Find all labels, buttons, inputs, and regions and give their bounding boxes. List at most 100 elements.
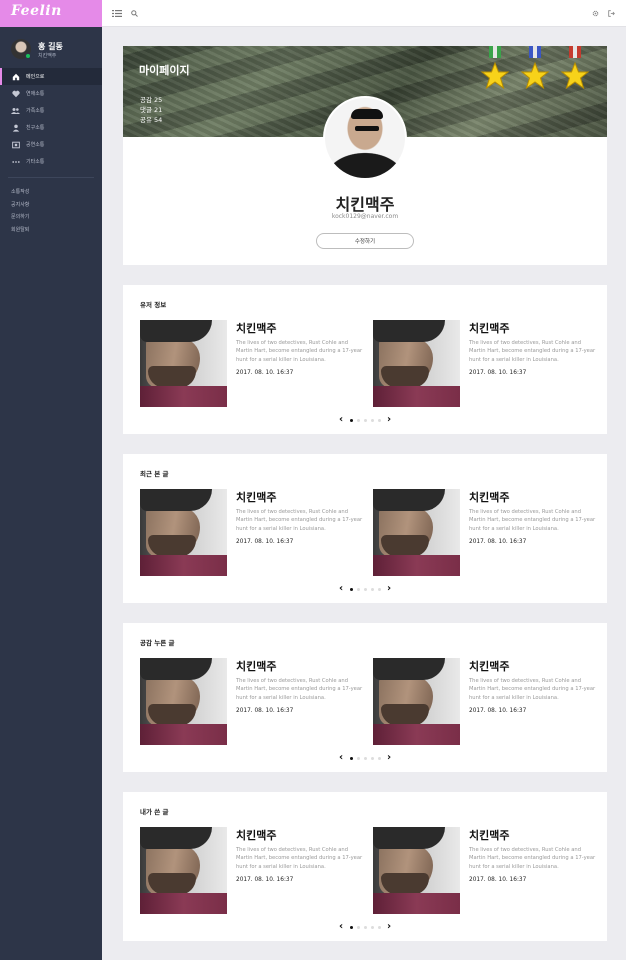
link-withdraw[interactable]: 회원탈퇴 (11, 224, 29, 237)
sidebar-item-label: 친구소통 (26, 125, 45, 131)
post-title[interactable]: 치킨맥주 (236, 489, 276, 505)
prev-arrow-icon[interactable]: ‹ (337, 584, 345, 594)
sidebar-item-love[interactable]: 연애소통 (0, 85, 102, 102)
prev-arrow-icon[interactable]: ‹ (337, 753, 345, 763)
pager-dot[interactable] (349, 756, 353, 760)
post-thumbnail[interactable] (373, 320, 460, 407)
stat-comments: 댓글 21 (140, 106, 163, 114)
post-title[interactable]: 치킨맥주 (469, 320, 509, 336)
post-description: The lives of two detectives, Rust Cohle … (469, 509, 596, 532)
prev-arrow-icon[interactable]: ‹ (337, 415, 345, 425)
pager-dot[interactable] (377, 925, 381, 929)
post-thumbnail[interactable] (140, 489, 227, 576)
logout-icon[interactable] (606, 8, 616, 18)
post-description: The lives of two detectives, Rust Cohle … (236, 340, 363, 363)
sidebar: Feelin 홍 길동 치킨맥주 메인으로 연애소통 가족소통 친구소통 공연소… (0, 0, 102, 960)
post-date: 2017. 08. 10. 16:37 (469, 708, 527, 714)
post-card[interactable]: 치킨맥주 The lives of two detectives, Rust Co… (373, 658, 598, 748)
pager-dot[interactable] (356, 587, 360, 591)
section-title: 유저 정보 (140, 301, 167, 309)
stat-likes: 공감 25 (140, 96, 163, 104)
post-title[interactable]: 치킨맥주 (236, 827, 276, 843)
pager-dot[interactable] (356, 418, 360, 422)
prev-arrow-icon[interactable]: ‹ (337, 922, 345, 932)
link-inquiry[interactable]: 문의하기 (11, 211, 29, 224)
app-logo[interactable]: Feelin (11, 3, 62, 19)
post-thumbnail[interactable] (373, 489, 460, 576)
post-card[interactable]: 치킨맥주 The lives of two detectives, Rust Co… (140, 489, 365, 579)
carousel-pager: ‹ › (337, 753, 393, 763)
post-description: The lives of two detectives, Rust Cohle … (236, 678, 363, 701)
section-liked-posts: 공감 누른 글 치킨맥주 The lives of two detectives, … (123, 623, 607, 772)
pager-dots (349, 418, 381, 422)
post-card[interactable]: 치킨맥주 The lives of two detectives, Rust Co… (373, 489, 598, 579)
sidebar-item-label: 연애소통 (26, 91, 45, 97)
sidebar-item-family[interactable]: 가족소통 (0, 102, 102, 119)
pager-dot[interactable] (363, 587, 367, 591)
post-thumbnail[interactable] (140, 827, 227, 914)
pager-dot[interactable] (377, 756, 381, 760)
profile-card: 마이페이지 공감 25 댓글 21 공유 54 치킨맥주 kock0129@na… (123, 46, 607, 265)
person-icon (11, 123, 20, 132)
post-date: 2017. 08. 10. 16:37 (469, 370, 527, 376)
pager-dot[interactable] (370, 587, 374, 591)
pager-dot[interactable] (370, 756, 374, 760)
post-description: The lives of two detectives, Rust Cohle … (469, 847, 596, 870)
post-card[interactable]: 치킨맥주 The lives of two detectives, Rust Co… (140, 658, 365, 748)
post-thumbnail[interactable] (140, 320, 227, 407)
sidebar-item-friends[interactable]: 친구소통 (0, 119, 102, 136)
pager-dot[interactable] (363, 418, 367, 422)
user-profile[interactable]: 홍 길동 치킨맥주 (11, 39, 101, 63)
pager-dot[interactable] (349, 587, 353, 591)
post-title[interactable]: 치킨맥주 (236, 320, 276, 336)
menu-icon[interactable] (112, 8, 122, 18)
next-arrow-icon[interactable]: › (385, 753, 393, 763)
link-write[interactable]: 소통작성 (11, 186, 29, 199)
pager-dot[interactable] (377, 587, 381, 591)
more-icon (11, 157, 20, 166)
pager-dot[interactable] (377, 418, 381, 422)
sidebar-item-label: 기타소통 (26, 159, 45, 165)
post-date: 2017. 08. 10. 16:37 (469, 877, 527, 883)
pager-dot[interactable] (370, 418, 374, 422)
post-description: The lives of two detectives, Rust Cohle … (236, 847, 363, 870)
post-thumbnail[interactable] (373, 658, 460, 745)
next-arrow-icon[interactable]: › (385, 584, 393, 594)
pager-dot[interactable] (349, 925, 353, 929)
sidebar-item-main[interactable]: 메인으로 (0, 68, 102, 85)
post-title[interactable]: 치킨맥주 (469, 489, 509, 505)
sidebar-item-etc[interactable]: 기타소통 (0, 153, 102, 170)
post-card[interactable]: 치킨맥주 The lives of two detectives, Rust Co… (373, 827, 598, 917)
gear-icon[interactable] (590, 8, 600, 18)
sidebar-nav: 메인으로 연애소통 가족소통 친구소통 공연소통 기타소통 (0, 68, 102, 182)
post-description: The lives of two detectives, Rust Cohle … (469, 678, 596, 701)
link-notice[interactable]: 공지사항 (11, 199, 29, 212)
sidebar-divider (8, 177, 94, 178)
post-thumbnail[interactable] (140, 658, 227, 745)
sidebar-links: 소통작성 공지사항 문의하기 회원탈퇴 (11, 186, 29, 236)
post-title[interactable]: 치킨맥주 (469, 658, 509, 674)
pager-dots (349, 756, 381, 760)
pager-dot[interactable] (356, 925, 360, 929)
profile-photo[interactable] (323, 96, 407, 180)
post-card[interactable]: 치킨맥주 The lives of two detectives, Rust Co… (140, 320, 365, 410)
pager-dot[interactable] (349, 418, 353, 422)
online-status-dot (25, 53, 31, 59)
post-card[interactable]: 치킨맥주 The lives of two detectives, Rust Co… (140, 827, 365, 917)
page-title: 마이페이지 (139, 64, 190, 77)
search-icon[interactable] (129, 8, 139, 18)
pager-dot[interactable] (356, 756, 360, 760)
pager-dot[interactable] (363, 756, 367, 760)
next-arrow-icon[interactable]: › (385, 922, 393, 932)
post-title[interactable]: 치킨맥주 (469, 827, 509, 843)
sidebar-item-performance[interactable]: 공연소통 (0, 136, 102, 153)
pager-dot[interactable] (370, 925, 374, 929)
post-title[interactable]: 치킨맥주 (236, 658, 276, 674)
logo-bar: Feelin (0, 0, 102, 27)
profile-email: kock0129@naver.com (331, 213, 399, 220)
next-arrow-icon[interactable]: › (385, 415, 393, 425)
post-thumbnail[interactable] (373, 827, 460, 914)
pager-dot[interactable] (363, 925, 367, 929)
edit-profile-button[interactable]: 수정하기 (316, 233, 414, 249)
post-card[interactable]: 치킨맥주 The lives of two detectives, Rust Co… (373, 320, 598, 410)
